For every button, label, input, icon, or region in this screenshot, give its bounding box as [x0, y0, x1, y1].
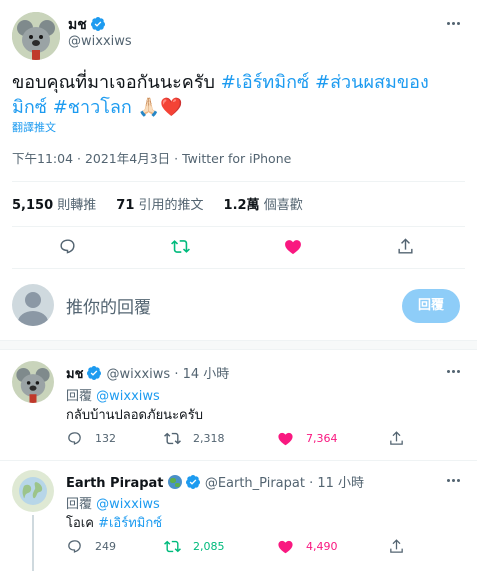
avatar[interactable] [12, 470, 54, 512]
handle[interactable]: @Earth_Pirapat [205, 476, 305, 491]
quotes-count: 71 [116, 198, 135, 213]
display-name[interactable]: Earth Pirapat [66, 476, 164, 491]
quotes-label: 引用的推文 [138, 198, 204, 213]
divider [12, 181, 465, 182]
share-icon[interactable] [388, 538, 405, 555]
avatar[interactable] [12, 12, 60, 60]
tweet-text: ขอบคุณที่มาเจอกันนะครับ #เอิร์ทมิกซ์ #ส่… [12, 70, 462, 120]
reply-button[interactable]: 回覆 [402, 289, 460, 323]
replying-to: 回覆 @wixxiws [66, 493, 160, 512]
reply-input[interactable]: 推你的回覆 [66, 293, 151, 318]
quotes-stat[interactable]: 71 引用的推文 [116, 194, 203, 213]
hashtag-link[interactable]: มิกซ์ [12, 97, 47, 118]
likes-label: 個喜歡 [263, 198, 303, 213]
translate-link[interactable]: 翻譯推文 [12, 119, 56, 135]
reply-time[interactable]: · 14 小時 [174, 367, 229, 382]
mention-link[interactable]: @wixxiws [96, 389, 160, 404]
hashtag-link[interactable]: #ชาวโลก [53, 97, 132, 118]
replying-to-prefix: 回覆 [66, 497, 93, 512]
retweet-action[interactable]: 2,318 [164, 430, 225, 447]
divider [0, 460, 477, 461]
source[interactable]: Twitter for iPhone [182, 151, 291, 166]
replying-to: 回覆 @wixxiws [66, 385, 160, 404]
display-name[interactable]: มช [66, 367, 83, 382]
koala-avatar-icon [12, 361, 54, 403]
retweets-count: 5,150 [12, 198, 54, 213]
reply-action[interactable]: 249 [66, 538, 116, 555]
timestamp-row: 下午11:04 · 2021年4月3日 · Twitter for iPhone [12, 148, 291, 167]
avatar [12, 284, 54, 326]
more-options-icon[interactable] [447, 22, 460, 25]
timestamp[interactable]: 下午11:04 · 2021年4月3日 [12, 151, 170, 166]
divider [12, 268, 465, 269]
section-separator [0, 340, 477, 350]
globe-emoji-icon [167, 475, 182, 489]
stats-row: 5,150 則轉推 71 引用的推文 1.2萬 個喜歡 [12, 194, 303, 213]
like-action[interactable]: 4,490 [277, 538, 338, 555]
reply-line [32, 515, 34, 571]
like-count: 7,364 [306, 432, 338, 445]
reply-action[interactable]: 132 [66, 430, 116, 447]
emoji: 🙏🏻❤️ [137, 97, 183, 118]
hashtag-link[interactable]: #เอิร์ทมิกซ์ [221, 72, 310, 93]
hashtag-link[interactable]: #ส่วนผสมของ [315, 72, 429, 93]
reply-text-plain: โอเค [66, 516, 94, 531]
reply-header: Earth Pirapat @Earth_Pirapat · 11 小時 [66, 472, 364, 491]
handle[interactable]: @wixxiws [107, 367, 171, 382]
more-options-icon[interactable] [447, 479, 460, 482]
retweet-count: 2,318 [193, 432, 225, 445]
like-heart-icon[interactable] [283, 237, 303, 256]
verified-badge-icon [185, 475, 200, 489]
earth-avatar-icon [12, 470, 54, 512]
like-heart-icon [278, 540, 293, 554]
retweet-icon[interactable] [170, 237, 191, 256]
reply-header: มช @wixxiws · 14 小時 [66, 363, 229, 384]
koala-avatar-icon [12, 12, 60, 60]
mention-link[interactable]: @wixxiws [96, 497, 160, 512]
handle[interactable]: @wixxiws [68, 34, 132, 49]
like-action[interactable]: 7,364 [277, 430, 338, 447]
verified-badge-icon [90, 17, 105, 31]
retweet-icon [164, 540, 181, 553]
reply-count: 132 [95, 432, 116, 445]
likes-stat[interactable]: 1.2萬 個喜歡 [224, 194, 303, 213]
replying-to-prefix: 回覆 [66, 389, 93, 404]
share-icon[interactable] [388, 430, 405, 447]
verified-badge-icon [87, 366, 102, 380]
reply-icon[interactable] [58, 237, 77, 256]
retweet-count: 2,085 [193, 540, 225, 553]
default-avatar-icon [18, 292, 48, 326]
share-icon[interactable] [396, 237, 415, 256]
reply-icon [68, 432, 81, 445]
reply-time[interactable]: · 11 小時 [309, 476, 364, 491]
likes-count: 1.2萬 [223, 198, 260, 213]
like-count: 4,490 [306, 540, 338, 553]
display-name[interactable]: มช [68, 17, 87, 33]
tweet-text-plain: ขอบคุณที่มาเจอกันนะครับ [12, 72, 215, 93]
divider [12, 226, 465, 227]
reply-icon [68, 540, 81, 553]
reply-text: กลับบ้านปลอดภัยนะครับ [66, 408, 203, 423]
avatar[interactable] [12, 361, 54, 403]
separator: · [170, 151, 183, 166]
reply-count: 249 [95, 540, 116, 553]
retweet-action[interactable]: 2,085 [164, 538, 225, 555]
reply-text: โอเค #เอิร์ทมิกซ์ [66, 512, 162, 533]
retweet-icon [164, 432, 181, 445]
more-options-icon[interactable] [447, 370, 460, 373]
hashtag-link[interactable]: #เอิร์ทมิกซ์ [98, 516, 162, 531]
retweets-stat[interactable]: 5,150 則轉推 [12, 194, 96, 213]
retweets-label: 則轉推 [57, 198, 97, 213]
like-heart-icon [278, 432, 293, 446]
